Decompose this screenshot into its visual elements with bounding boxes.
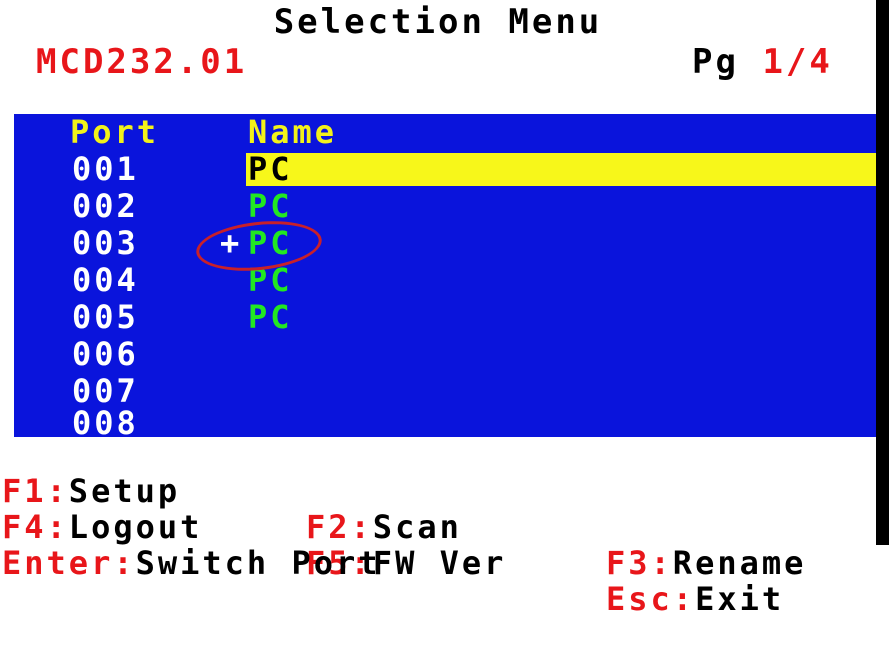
port-number: 002	[72, 187, 139, 225]
port-name: PC	[248, 187, 293, 225]
menu-title: Selection Menu	[273, 2, 603, 42]
screen-border	[876, 0, 889, 545]
port-column-header: Port	[70, 113, 160, 151]
port-name: PC	[248, 150, 293, 188]
page-indicator: Pg 1/4	[692, 42, 833, 82]
port-row-003[interactable]: 003 + PC	[14, 225, 876, 262]
enter-switch-port-key[interactable]: Enter:Switch Port	[2, 545, 381, 581]
port-row-001[interactable]: 001 PC	[14, 151, 876, 188]
esc-exit-key[interactable]: Esc:Exit	[606, 581, 784, 617]
function-key-line-3: Enter:Switch Port	[0, 509, 378, 581]
port-name: PC	[248, 298, 293, 336]
port-number: 005	[72, 298, 139, 336]
page-number: 1/4	[762, 42, 833, 82]
port-row-006[interactable]: 006	[14, 336, 876, 373]
port-number: 003	[72, 224, 139, 262]
function-key-line-2: F4:Logout F5:FW Ver Esc:Exit	[0, 473, 781, 617]
selection-highlight	[246, 153, 876, 186]
port-list: Port Name 001 PC 002 PC 003 + PC 004 PC …	[14, 113, 876, 441]
page-label: Pg	[692, 42, 739, 82]
port-number: 008	[72, 404, 139, 442]
port-number: 001	[72, 150, 139, 188]
port-row-002[interactable]: 002 PC	[14, 188, 876, 225]
function-key-line-1: F1:Setup F2:Scan F3:Rename	[0, 437, 803, 581]
osd-screen: Selection Menu MCD232.01 Pg 1/4 Port Nam…	[0, 0, 876, 617]
f3-rename-key[interactable]: F3:Rename	[606, 545, 806, 581]
port-number: 004	[72, 261, 139, 299]
f2-scan-key[interactable]: F2:Scan	[306, 509, 462, 545]
port-row-005[interactable]: 005 PC	[14, 299, 876, 336]
port-number: 006	[72, 335, 139, 373]
function-key-bar: F1:Setup F2:Scan F3:Rename F4:Logout F5:…	[0, 437, 876, 617]
port-row-004[interactable]: 004 PC	[14, 262, 876, 299]
name-column-header: Name	[248, 113, 338, 151]
model-number: MCD232.01	[36, 42, 248, 82]
